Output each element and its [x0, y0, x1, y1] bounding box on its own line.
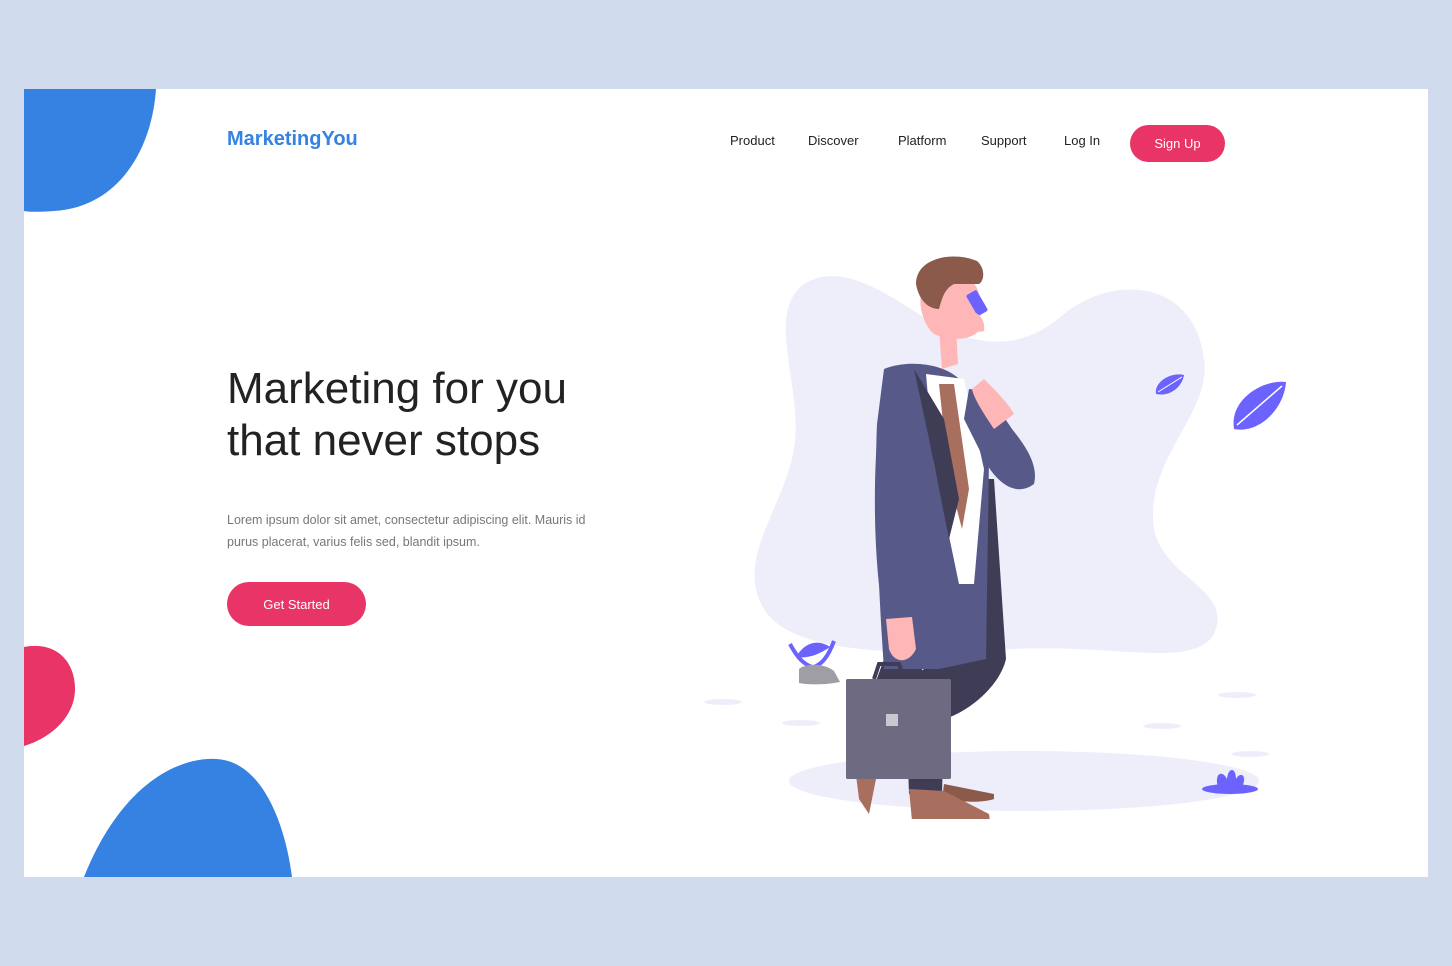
nav-login[interactable]: Log In [1064, 133, 1100, 148]
hero-description-line: Lorem ipsum dolor sit amet, consectetur … [227, 513, 586, 527]
hero-title-line: Marketing for you [227, 364, 567, 413]
nav-platform[interactable]: Platform [898, 133, 946, 148]
hero-title: Marketing for you that never stops [227, 363, 647, 467]
hero-title-line: that never stops [227, 416, 541, 465]
get-started-button[interactable]: Get Started [227, 582, 366, 626]
nav-discover[interactable]: Discover [808, 133, 859, 148]
left-pink-blob [24, 645, 76, 746]
nav-support[interactable]: Support [981, 133, 1027, 148]
bottom-blue-blob [84, 758, 292, 877]
top-left-blue-blob [24, 89, 156, 212]
hero-description: Lorem ipsum dolor sit amet, consectetur … [227, 509, 607, 553]
hero-description-line: purus placerat, varius felis sed, blandi… [227, 535, 480, 549]
landing-page: MarketingYou Product Discover Platform S… [24, 89, 1428, 877]
plant-icon [788, 640, 840, 685]
businessman-illustration [704, 256, 1286, 819]
signup-button[interactable]: Sign Up [1130, 125, 1225, 162]
brand-logo[interactable]: MarketingYou [227, 128, 358, 151]
nav-product[interactable]: Product [730, 133, 775, 148]
